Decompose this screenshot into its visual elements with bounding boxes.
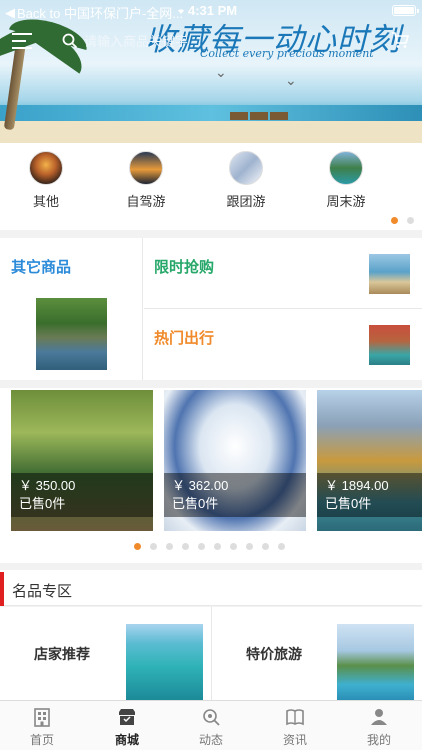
village-thumb [36, 298, 107, 370]
hut-icon [270, 112, 288, 120]
menu-icon[interactable] [12, 30, 36, 52]
category-item-self-drive[interactable]: 自驾游 [116, 151, 176, 210]
category-item-weekend[interactable]: 周末游 [316, 151, 376, 210]
product-card[interactable]: ￥ 350.00 已售0件 [11, 390, 153, 531]
category-pager [391, 217, 414, 224]
battery-icon [392, 5, 419, 16]
pager-dot[interactable] [166, 543, 173, 550]
product-sold: 已售0件 [172, 496, 219, 511]
status-time: 4:31 PM [188, 3, 238, 18]
pager-dot[interactable] [262, 543, 269, 550]
banner-beach [0, 121, 422, 143]
section-accent-bar [0, 572, 4, 606]
tab-shop[interactable]: 商城 [97, 707, 157, 748]
bird-icon: ⌄ [215, 64, 227, 80]
category-label: 跟团游 [226, 194, 266, 209]
product-info: ￥ 362.00 已售0件 [164, 473, 306, 517]
search-input[interactable] [84, 33, 224, 49]
product-price: ￥ 350.00 [19, 478, 76, 493]
tab-label: 动态 [198, 733, 223, 747]
product-price: ￥ 1894.00 [325, 478, 389, 493]
hut-icon [230, 112, 248, 120]
flash-sale-title: 限时抢购 [154, 259, 215, 276]
building-thumb [229, 151, 263, 185]
promo-section: 其它商品 限时抢购 热门出行 [0, 238, 422, 380]
pager-dot[interactable] [407, 217, 414, 224]
category-item-other[interactable]: 其他 [16, 151, 76, 210]
category-label: 其他 [32, 194, 59, 209]
brand-zone-title: 名品专区 [12, 583, 73, 600]
reef-thumb [126, 624, 203, 700]
product-price: ￥ 362.00 [172, 478, 229, 493]
wifi-icon [178, 9, 184, 14]
brand-zone-header: 名品专区 [0, 570, 422, 606]
cart-icon[interactable] [390, 30, 410, 50]
pager-dot[interactable] [214, 543, 221, 550]
hot-travel-card[interactable]: 热门出行 [144, 309, 422, 380]
pager-dot[interactable] [246, 543, 253, 550]
water-villa-thumb [337, 624, 414, 700]
bird-icon: ⌄ [285, 72, 297, 88]
pager-dot[interactable] [230, 543, 237, 550]
category-item-group-tour[interactable]: 跟团游 [216, 151, 276, 210]
dynamic-icon [203, 709, 220, 726]
tab-label: 我的 [366, 733, 391, 747]
back-arrow-icon: ◀ [5, 4, 15, 20]
home-icon [34, 708, 50, 727]
hot-travel-title: 热门出行 [154, 330, 215, 347]
product-pager [134, 543, 285, 550]
back-to-app-link[interactable]: ◀ Back to 中国环保门户-全网... [5, 3, 183, 22]
sunset-lake-thumb [129, 151, 163, 185]
news-icon [286, 709, 304, 726]
pager-dot-active[interactable] [134, 543, 141, 550]
product-info: ￥ 1894.00 已售0件 [317, 473, 422, 517]
category-nav: 其他 自驾游 跟团游 周末游 [0, 143, 422, 230]
pager-dot[interactable] [278, 543, 285, 550]
night-city-thumb [29, 151, 63, 185]
product-sold: 已售0件 [19, 496, 66, 511]
lake-mountain-thumb [329, 151, 363, 185]
tab-label: 商城 [114, 733, 139, 747]
product-sold: 已售0件 [325, 496, 372, 511]
pager-dot[interactable] [198, 543, 205, 550]
banner-sea [0, 105, 422, 121]
status-bar: ◀ Back to 中国环保门户-全网... 4:31 PM [0, 0, 422, 22]
pager-dot[interactable] [182, 543, 189, 550]
shop-icon [119, 709, 135, 725]
back-text: Back to 中国环保门户-全网... [17, 6, 184, 21]
category-label: 自驾游 [126, 194, 166, 209]
tab-profile[interactable]: 我的 [349, 707, 409, 748]
product-card[interactable]: ￥ 362.00 已售0件 [164, 390, 306, 531]
search-icon [62, 33, 78, 49]
special-travel-label: 特价旅游 [246, 646, 302, 662]
flash-sale-card[interactable]: 限时抢购 [144, 238, 422, 309]
hut-icon [250, 112, 268, 120]
brand-zone-row: 店家推荐 特价旅游 [0, 607, 422, 702]
other-products-card[interactable]: 其它商品 [0, 238, 143, 380]
search-bar[interactable] [52, 28, 382, 54]
product-carousel: ￥ 350.00 已售0件 ￥ 362.00 已售0件 ￥ 1894.00 已售… [0, 388, 422, 563]
special-travel-card[interactable]: 特价旅游 [211, 607, 422, 702]
category-label: 周末游 [326, 194, 366, 209]
shop-recommend-label: 店家推荐 [34, 646, 90, 662]
shop-recommend-card[interactable]: 店家推荐 [0, 607, 211, 702]
tab-label: 首页 [29, 733, 54, 747]
tab-home[interactable]: 首页 [12, 707, 72, 748]
pager-dot-active[interactable] [391, 217, 398, 224]
tab-label: 资讯 [282, 733, 307, 747]
bottom-tab-bar: 首页 商城 动态 资讯 我的 [0, 700, 422, 750]
beach-thumb [369, 254, 410, 294]
product-card[interactable]: ￥ 1894.00 已售0件 [317, 390, 422, 531]
other-products-title: 其它商品 [11, 259, 72, 276]
profile-icon [371, 709, 387, 725]
canyon-thumb [369, 325, 410, 365]
tab-news[interactable]: 资讯 [265, 707, 325, 748]
product-info: ￥ 350.00 已售0件 [11, 473, 153, 517]
tab-dynamic[interactable]: 动态 [181, 707, 241, 748]
pager-dot[interactable] [150, 543, 157, 550]
